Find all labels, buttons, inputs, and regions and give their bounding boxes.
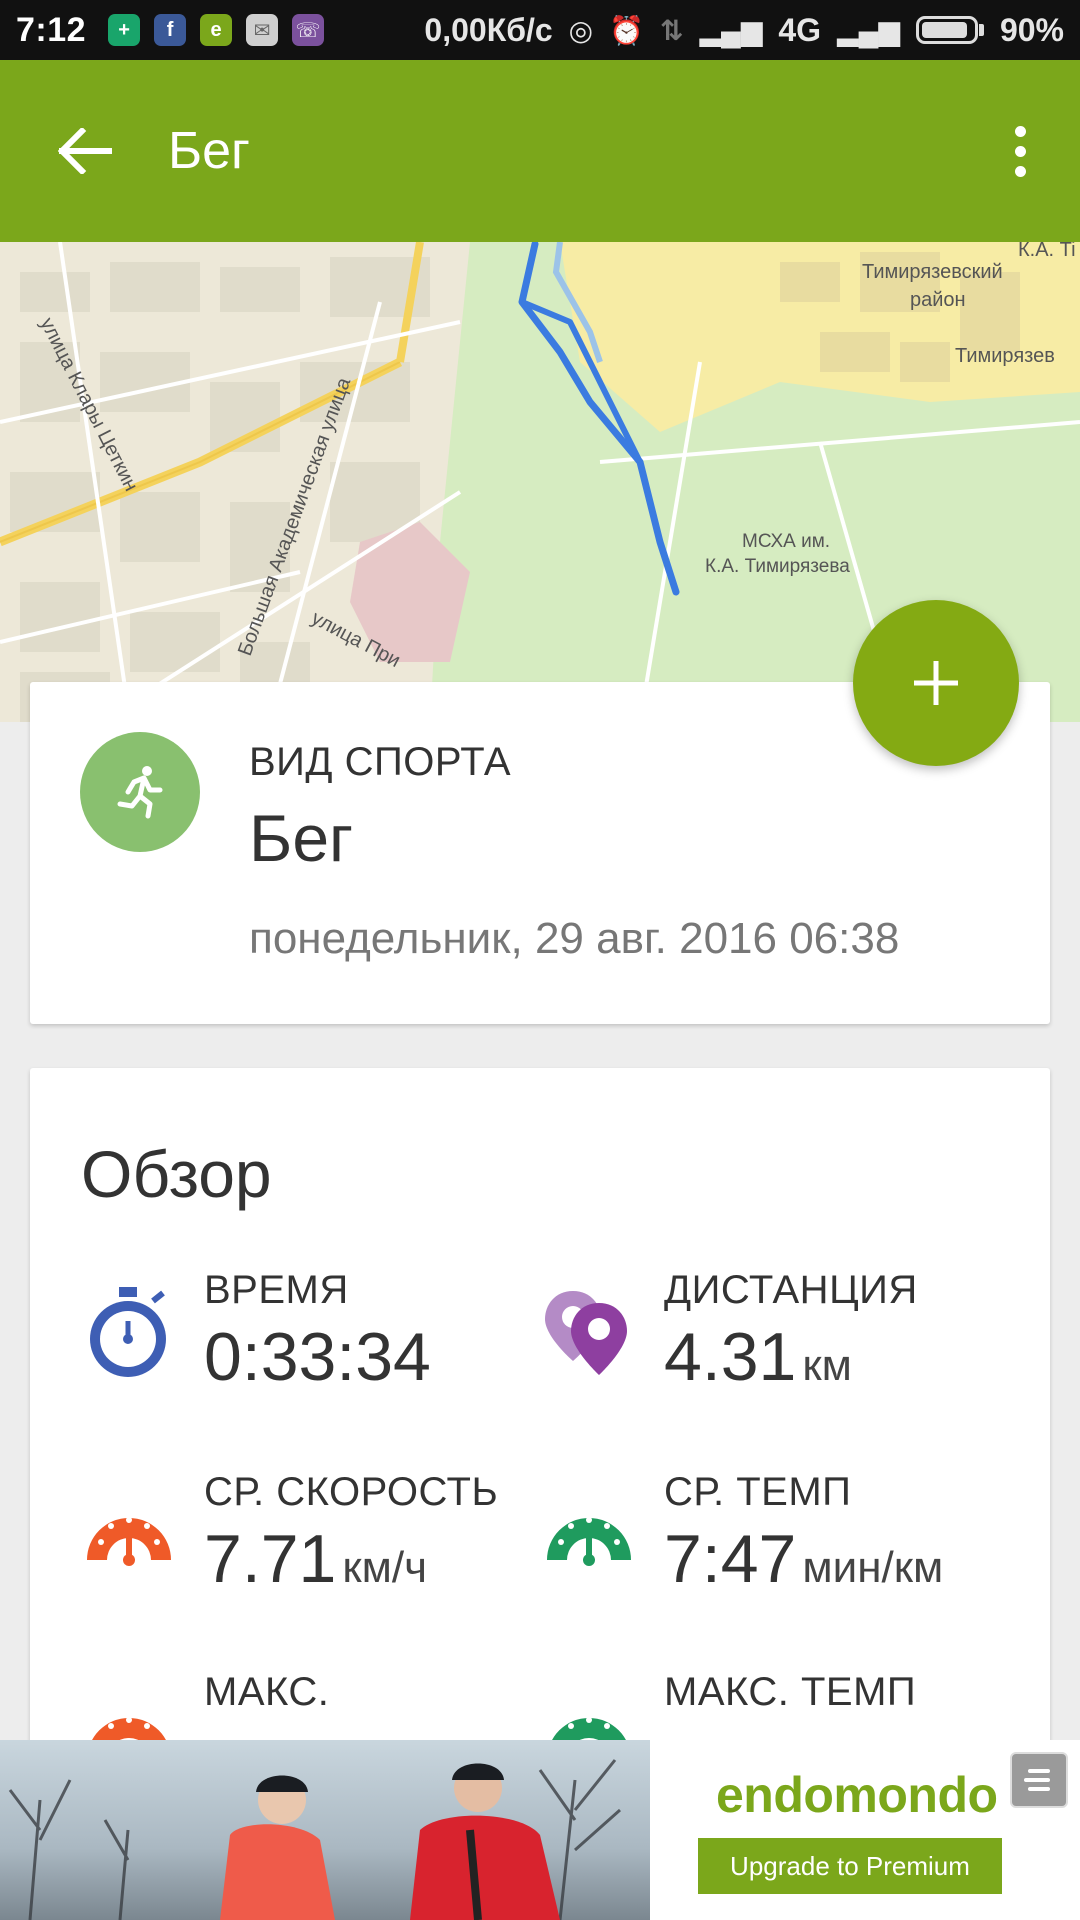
battery-percent: 90% xyxy=(999,11,1064,48)
stat-label: ВРЕМЯ xyxy=(204,1268,349,1312)
map-label-district-3: Тимирязев xyxy=(955,345,1055,367)
plus-icon xyxy=(914,661,958,705)
endomondo-icon: e xyxy=(200,14,233,46)
add-button[interactable] xyxy=(853,600,1019,766)
more-vert-icon[interactable] xyxy=(1000,106,1040,196)
upgrade-premium-button[interactable]: Upgrade to Premium xyxy=(698,1838,1002,1894)
speedometer-icon xyxy=(81,1480,177,1590)
stopwatch-icon xyxy=(81,1278,177,1388)
stat-value: 7:47 мин/км xyxy=(664,1520,943,1598)
signal-icon: ▂▄▆ xyxy=(699,14,763,46)
status-bar: 7:12 + f e ✉ ☏ 0,00Кб/с ◎ ⏰ ⇅ ▂▄▆ 4G ▂▄▆… xyxy=(0,0,1080,60)
stat-distance: ДИСТАНЦИЯ 4.31 км xyxy=(541,1268,1001,1408)
network-type: 4G xyxy=(778,11,822,48)
workout-date: понедельник, 29 авг. 2016 06:38 xyxy=(249,914,900,963)
stat-avg-pace: СР. ТЕМП 7:47 мин/км xyxy=(541,1470,1001,1610)
stat-label: СР. СКОРОСТЬ xyxy=(204,1470,499,1514)
stat-value: 4.31 км xyxy=(664,1318,852,1396)
signal-icon-2: ▂▄▆ xyxy=(837,14,900,46)
map-label-district-1: Тимирязевский xyxy=(862,261,1003,283)
running-icon xyxy=(80,732,200,852)
endomondo-badge-icon xyxy=(1010,1752,1068,1808)
page-title: Бег xyxy=(168,122,251,180)
stat-unit: км xyxy=(802,1341,852,1390)
data-transfer-icon: ⇅ xyxy=(659,14,684,46)
stat-label: МАКС. xyxy=(204,1670,330,1714)
network-speed: 0,00Кб/с xyxy=(424,11,553,48)
map-label-district-2: район xyxy=(910,289,966,311)
stat-number: 4.31 xyxy=(664,1319,797,1395)
battery-icon xyxy=(915,16,984,44)
app-bar: Бег xyxy=(0,60,1080,242)
ad-banner[interactable]: endomondo Upgrade to Premium xyxy=(0,1740,1080,1920)
stat-label: ДИСТАНЦИЯ xyxy=(664,1268,918,1312)
overview-title: Обзор xyxy=(81,1137,272,1211)
stat-number: 7:47 xyxy=(664,1521,797,1597)
endomondo-logo: endomondo xyxy=(716,1767,998,1823)
stat-unit: км/ч xyxy=(342,1543,428,1592)
shield-icon: + xyxy=(108,14,141,46)
stat-label: СР. ТЕМП xyxy=(664,1470,852,1514)
map-label-ka: К.А. Ti xyxy=(1018,242,1076,261)
ad-photo xyxy=(0,1740,650,1920)
map-pins-icon xyxy=(541,1278,637,1388)
hotspot-icon: ◎ xyxy=(568,14,594,46)
stat-number: 7.71 xyxy=(204,1521,337,1597)
alarm-icon: ⏰ xyxy=(609,14,644,46)
stat-avg-speed: СР. СКОРОСТЬ 7.71 км/ч xyxy=(81,1470,541,1610)
facebook-icon: f xyxy=(154,14,187,46)
viber-icon: ☏ xyxy=(292,14,325,46)
notification-icons: + f e ✉ ☏ xyxy=(108,14,325,46)
sport-type-value: Бег xyxy=(249,801,354,875)
status-time: 7:12 xyxy=(16,10,87,49)
stat-value: 0:33:34 xyxy=(204,1318,437,1396)
stat-label: МАКС. ТЕМП xyxy=(664,1670,917,1714)
arrow-back-icon[interactable] xyxy=(40,106,130,196)
map-label-mska-1: МСХА им. xyxy=(742,531,830,552)
stat-value: 7.71 км/ч xyxy=(204,1520,427,1598)
map-label-mska-2: К.А. Тимирязева xyxy=(705,556,850,577)
pace-icon xyxy=(541,1480,637,1590)
stat-unit: мин/км xyxy=(802,1543,944,1592)
stat-time: ВРЕМЯ 0:33:34 xyxy=(81,1268,541,1408)
email-icon: ✉ xyxy=(246,14,279,46)
sport-type-label: ВИД СПОРТА xyxy=(249,740,512,784)
overview-card: Обзор ВРЕМЯ 0:33:34 ДИСТАНЦИЯ 4.31 км СР… xyxy=(30,1068,1050,1828)
stat-number: 0:33:34 xyxy=(204,1319,431,1395)
